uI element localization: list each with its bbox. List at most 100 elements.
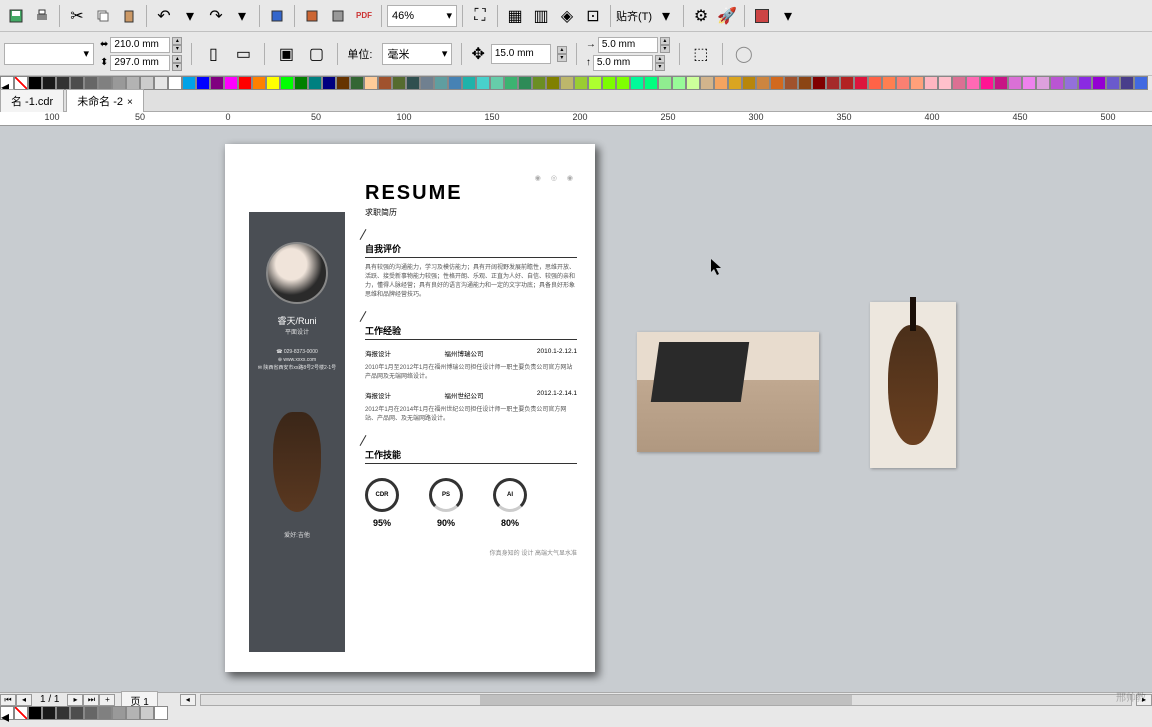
next-page-button[interactable]: ▸ bbox=[67, 694, 83, 706]
color-swatch[interactable] bbox=[868, 76, 882, 90]
color-swatch[interactable] bbox=[756, 76, 770, 90]
color-swatch[interactable] bbox=[56, 76, 70, 90]
snap-grid-icon[interactable]: ▦ bbox=[503, 4, 527, 28]
horizontal-ruler[interactable]: 10050050100150200250300350400450500 bbox=[0, 112, 1152, 126]
color-swatch[interactable] bbox=[1106, 76, 1120, 90]
color-swatch[interactable] bbox=[476, 76, 490, 90]
color-swatch[interactable] bbox=[504, 76, 518, 90]
page-size-dropdown[interactable]: ▾ bbox=[4, 43, 94, 65]
color-swatch[interactable] bbox=[210, 76, 224, 90]
color-swatch[interactable] bbox=[98, 706, 112, 720]
color-swatch[interactable] bbox=[1078, 76, 1092, 90]
color-swatch[interactable] bbox=[742, 76, 756, 90]
snap-object-icon[interactable]: ⊡ bbox=[581, 4, 605, 28]
color-swatch[interactable] bbox=[840, 76, 854, 90]
color-swatch[interactable] bbox=[224, 76, 238, 90]
no-color-swatch[interactable] bbox=[14, 76, 28, 90]
color-swatch[interactable] bbox=[112, 76, 126, 90]
color-swatch[interactable] bbox=[1134, 76, 1148, 90]
color-swatch[interactable] bbox=[798, 76, 812, 90]
options-icon[interactable]: ⚙ bbox=[689, 4, 713, 28]
color-swatch[interactable] bbox=[966, 76, 980, 90]
color-swatch[interactable] bbox=[994, 76, 1008, 90]
height-down[interactable]: ▾ bbox=[172, 63, 182, 71]
publish-icon[interactable] bbox=[326, 4, 350, 28]
units-dropdown[interactable]: 毫米▾ bbox=[382, 43, 452, 65]
document-page[interactable]: 睿天/Runi 平面设计 ☎ 029-8373-0000 ⊕ www.xxxx.… bbox=[225, 144, 595, 672]
color-swatch[interactable] bbox=[574, 76, 588, 90]
color-swatch[interactable] bbox=[392, 76, 406, 90]
doc-tab-1[interactable]: 名 -1.cdr bbox=[0, 89, 64, 112]
prev-page-button[interactable]: ◂ bbox=[16, 694, 32, 706]
color-swatch[interactable] bbox=[406, 76, 420, 90]
color-swatch[interactable] bbox=[826, 76, 840, 90]
current-page-icon[interactable]: ▢ bbox=[304, 42, 328, 66]
page-width-input[interactable]: 210.0 mm bbox=[110, 37, 170, 53]
color-swatch[interactable] bbox=[112, 706, 126, 720]
color-swatch[interactable] bbox=[1050, 76, 1064, 90]
color-swatch[interactable] bbox=[56, 706, 70, 720]
palette-scroll-left[interactable]: ◂ bbox=[0, 76, 14, 90]
color-swatch[interactable] bbox=[700, 76, 714, 90]
color-swatch[interactable] bbox=[714, 76, 728, 90]
export-icon[interactable] bbox=[300, 4, 324, 28]
nudge-up[interactable]: ▴ bbox=[557, 46, 567, 54]
save-icon[interactable] bbox=[4, 4, 28, 28]
color-swatch[interactable] bbox=[266, 76, 280, 90]
width-up[interactable]: ▴ bbox=[172, 37, 182, 45]
height-up[interactable]: ▴ bbox=[172, 55, 182, 63]
color-swatch[interactable] bbox=[728, 76, 742, 90]
page-height-input[interactable]: 297.0 mm bbox=[110, 55, 170, 71]
color-swatch[interactable] bbox=[280, 76, 294, 90]
treat-as-filled-icon[interactable]: ⬚ bbox=[689, 42, 713, 66]
color-swatch[interactable] bbox=[1092, 76, 1106, 90]
color-swatch[interactable] bbox=[378, 76, 392, 90]
dynamic-guide-icon[interactable]: ◈ bbox=[555, 4, 579, 28]
color-swatch[interactable] bbox=[154, 706, 168, 720]
scroll-left-button[interactable]: ◂ bbox=[180, 694, 196, 706]
fullscreen-icon[interactable]: ⛶ bbox=[468, 4, 492, 28]
snap-guide-icon[interactable]: ▥ bbox=[529, 4, 553, 28]
color-swatch[interactable] bbox=[28, 706, 42, 720]
color-swatch[interactable] bbox=[140, 706, 154, 720]
undo-dropdown-icon[interactable]: ▾ bbox=[178, 4, 202, 28]
color-swatch[interactable] bbox=[602, 76, 616, 90]
fill-swatch-icon[interactable] bbox=[750, 4, 774, 28]
color-swatch[interactable] bbox=[896, 76, 910, 90]
color-swatch[interactable] bbox=[1022, 76, 1036, 90]
color-swatch[interactable] bbox=[154, 76, 168, 90]
color-swatch[interactable] bbox=[322, 76, 336, 90]
options-page-icon[interactable]: ◯ bbox=[732, 42, 756, 66]
color-swatch[interactable] bbox=[126, 76, 140, 90]
color-swatch[interactable] bbox=[658, 76, 672, 90]
color-swatch[interactable] bbox=[532, 76, 546, 90]
snap-dropdown-icon[interactable]: ▾ bbox=[654, 4, 678, 28]
violin-photo[interactable] bbox=[870, 302, 956, 468]
redo-icon[interactable]: ↷ bbox=[204, 4, 228, 28]
color-swatch[interactable] bbox=[560, 76, 574, 90]
color-swatch[interactable] bbox=[294, 76, 308, 90]
all-pages-icon[interactable]: ▣ bbox=[274, 42, 298, 66]
doc-tab-2[interactable]: 未命名 -2× bbox=[66, 89, 144, 112]
first-page-button[interactable]: ⏮ bbox=[0, 694, 16, 706]
color-swatch[interactable] bbox=[672, 76, 686, 90]
color-swatch[interactable] bbox=[168, 76, 182, 90]
color-swatch[interactable] bbox=[70, 76, 84, 90]
color-swatch[interactable] bbox=[434, 76, 448, 90]
color-swatch[interactable] bbox=[588, 76, 602, 90]
color-swatch[interactable] bbox=[1036, 76, 1050, 90]
color-swatch[interactable] bbox=[1120, 76, 1134, 90]
color-swatch[interactable] bbox=[448, 76, 462, 90]
width-down[interactable]: ▾ bbox=[172, 45, 182, 53]
color-swatch[interactable] bbox=[924, 76, 938, 90]
cut-icon[interactable]: ✂ bbox=[65, 4, 89, 28]
color-swatch[interactable] bbox=[462, 76, 476, 90]
import-icon[interactable] bbox=[265, 4, 289, 28]
color-swatch[interactable] bbox=[616, 76, 630, 90]
zoom-dropdown[interactable]: 46%▾ bbox=[387, 5, 457, 27]
color-swatch[interactable] bbox=[882, 76, 896, 90]
redo-dropdown-icon[interactable]: ▾ bbox=[230, 4, 254, 28]
color-swatch[interactable] bbox=[518, 76, 532, 90]
color-swatch[interactable] bbox=[196, 76, 210, 90]
color-swatch[interactable] bbox=[854, 76, 868, 90]
